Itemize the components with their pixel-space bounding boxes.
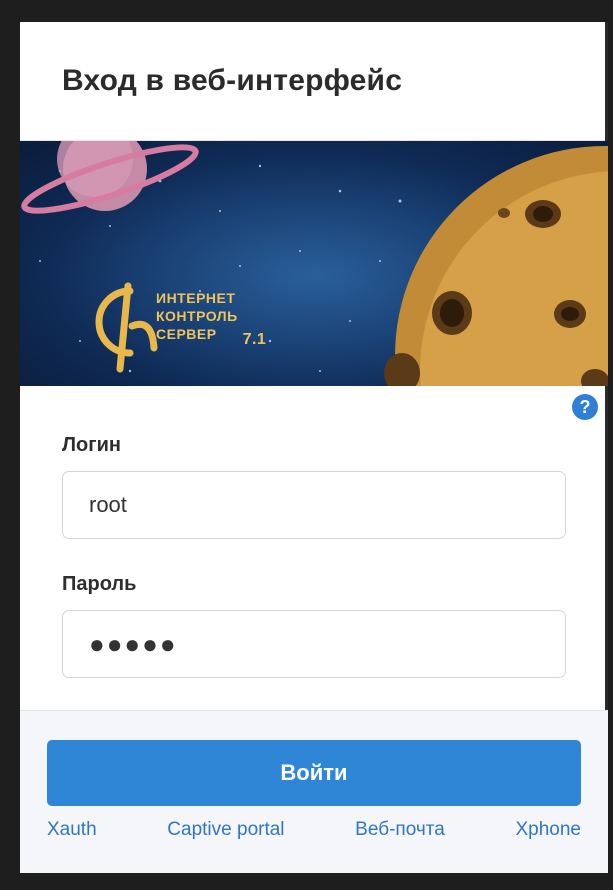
link-xphone[interactable]: Xphone [515,819,581,841]
login-label: Логин [62,434,121,456]
banner-artwork [21,141,608,386]
banner-image: ИНТЕРНЕТ КОНТРОЛЬ СЕРВЕР 7.1 [20,141,608,386]
dialog-header: Вход в веб-интерфейс [20,22,608,141]
help-icon[interactable]: ? [572,394,598,420]
login-form: ? Логин root Пароль ●●●●● [20,386,608,678]
logo-text: ИНТЕРНЕТ КОНТРОЛЬ СЕРВЕР 7.1 [156,289,266,349]
password-input[interactable]: ●●●●● [62,610,566,678]
logo-line-3-text: СЕРВЕР [156,326,217,342]
logo-line-1: ИНТЕРНЕТ [156,290,236,306]
link-webmail[interactable]: Веб-почта [355,819,445,841]
link-captive-portal[interactable]: Captive portal [167,819,284,841]
link-xauth[interactable]: Xauth [47,819,97,841]
version-label: 7.1 [242,331,267,348]
login-button[interactable]: Войти [47,740,581,806]
footer-links: Xauth Captive portal Веб-почта Xphone [47,819,581,841]
logo-line-2: КОНТРОЛЬ [156,308,238,324]
login-dialog: Вход в веб-интерфейс ИНТЕРНЕТ КОНТРОЛЬ С… [20,22,608,873]
login-input[interactable]: root [62,471,566,539]
page-title: Вход в веб-интерфейс [62,64,403,97]
dialog-footer: Войти Xauth Captive portal Веб-почта Xph… [20,710,608,873]
logo-line-3: СЕРВЕР 7.1 [156,325,266,349]
password-label: Пароль [62,573,137,595]
